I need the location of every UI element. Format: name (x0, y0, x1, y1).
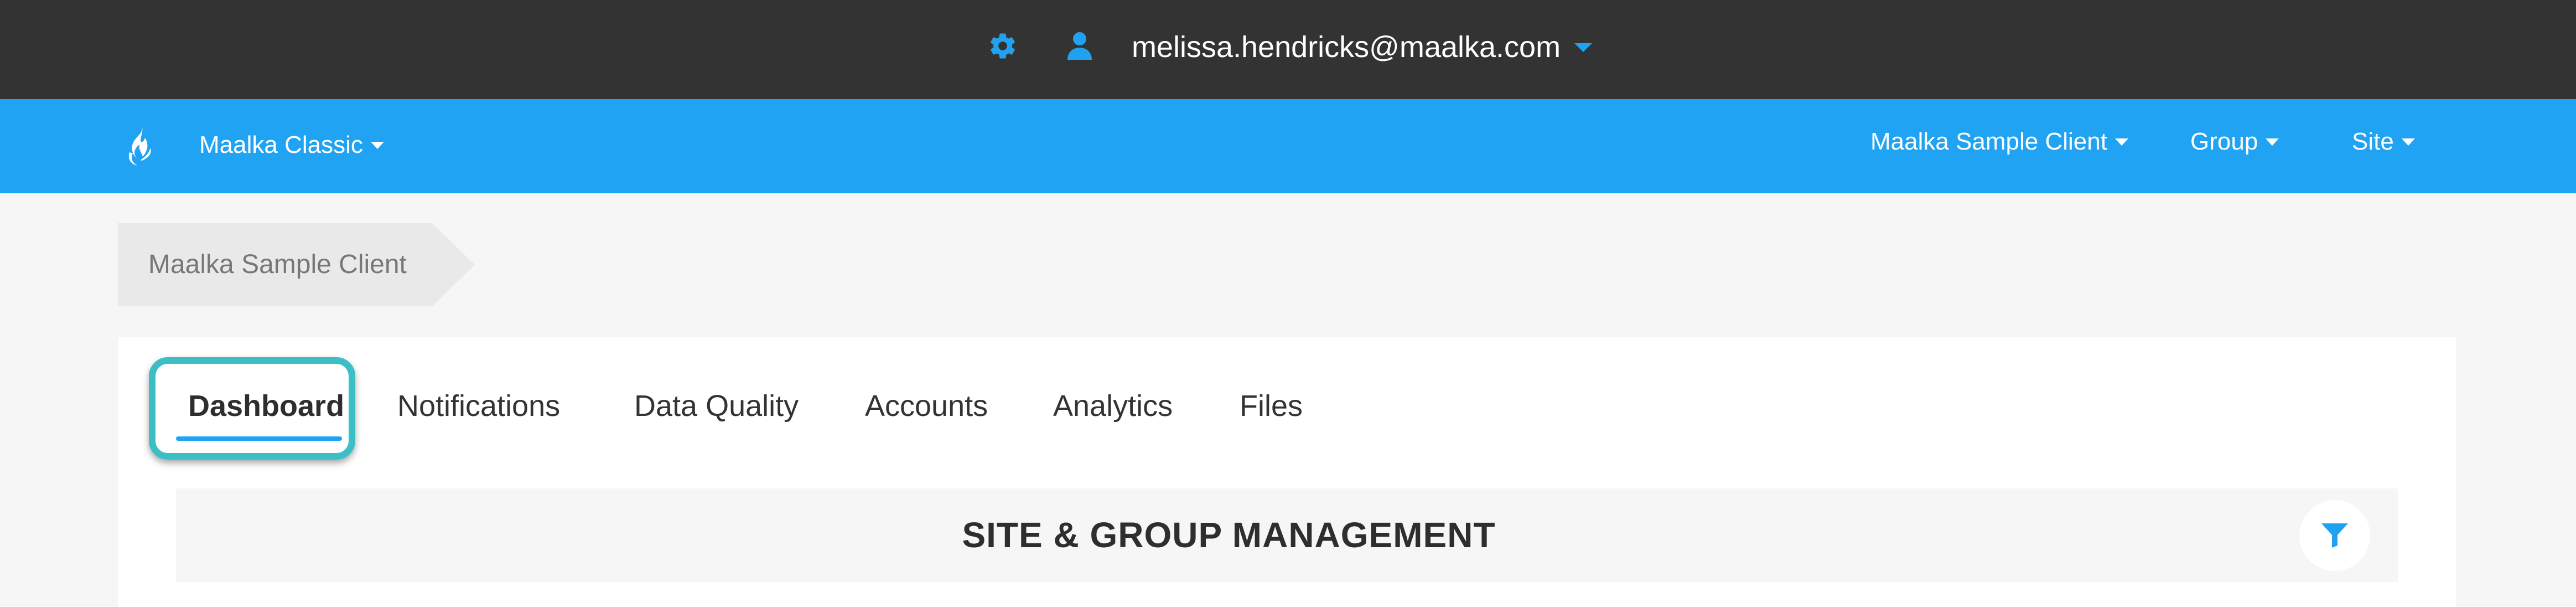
tab-notifications[interactable]: Notifications (397, 384, 560, 428)
tab-files[interactable]: Files (1240, 384, 1303, 428)
tab-dashboard[interactable]: Dashboard (188, 384, 344, 428)
caret-down-icon (370, 141, 384, 149)
group-dropdown[interactable]: Group (2190, 125, 2279, 158)
section-title: SITE & GROUP MANAGEMENT (962, 515, 1496, 555)
user-icon[interactable] (1066, 31, 1093, 60)
tab-analytics[interactable]: Analytics (1053, 384, 1173, 428)
gear-icon[interactable] (988, 31, 1018, 61)
group-label: Group (2190, 128, 2258, 155)
filter-icon (2321, 523, 2348, 548)
tab-data-quality[interactable]: Data Quality (634, 384, 799, 428)
client-dropdown[interactable]: Maalka Sample Client (1870, 125, 2128, 158)
caret-down-icon (2114, 138, 2128, 146)
main-navbar: Maalka Classic Maalka Sample Client Grou… (0, 99, 2576, 193)
user-email[interactable]: melissa.hendricks@maalka.com (1132, 28, 1561, 66)
tab-accounts[interactable]: Accounts (865, 384, 988, 428)
caret-down-icon (2401, 138, 2415, 146)
active-tab-indicator (176, 436, 342, 441)
content-panel: Dashboard Notifications Data Quality Acc… (118, 337, 2456, 607)
filter-button[interactable] (2299, 500, 2370, 571)
app-switcher-dropdown[interactable]: Maalka Classic (199, 128, 384, 162)
breadcrumb: Maalka Sample Client (118, 223, 475, 306)
site-label: Site (2352, 128, 2394, 155)
client-label: Maalka Sample Client (1870, 128, 2107, 155)
app-switcher-label: Maalka Classic (199, 131, 363, 158)
breadcrumb-item[interactable]: Maalka Sample Client (148, 246, 407, 283)
caret-down-icon[interactable] (1574, 43, 1592, 52)
section-header: SITE & GROUP MANAGEMENT (176, 488, 2398, 582)
caret-down-icon (2266, 138, 2279, 146)
flame-logo-icon[interactable] (125, 125, 153, 167)
top-bar: melissa.hendricks@maalka.com (0, 0, 2576, 99)
site-dropdown[interactable]: Site (2352, 125, 2415, 158)
